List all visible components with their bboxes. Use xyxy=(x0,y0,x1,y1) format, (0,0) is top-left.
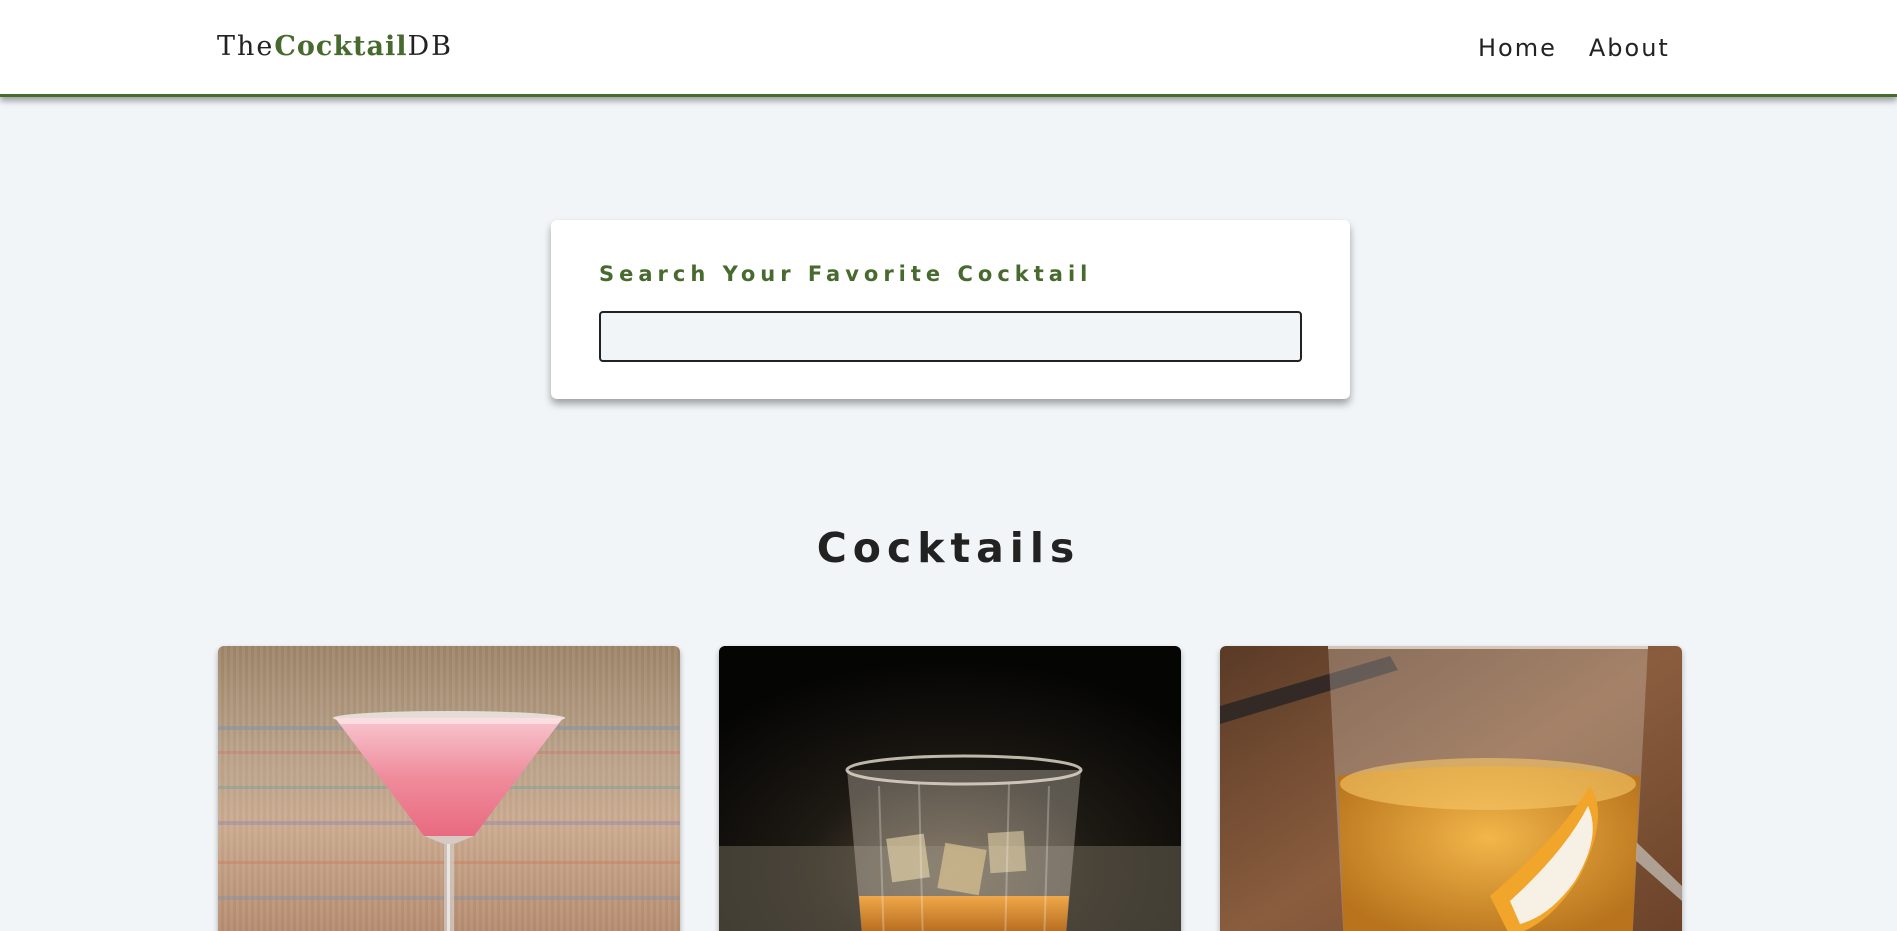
cocktail-image-whiskey-rocks[interactable] xyxy=(719,646,1181,931)
cocktail-card[interactable] xyxy=(1220,646,1682,931)
site-logo[interactable]: TheCocktailDB xyxy=(217,31,453,62)
cocktail-image-orange-peel[interactable] xyxy=(1220,646,1682,931)
search-input[interactable] xyxy=(599,311,1302,362)
cocktail-card[interactable] xyxy=(218,646,680,931)
cocktail-card[interactable] xyxy=(719,646,1181,931)
logo-accent: Cocktail xyxy=(274,31,408,62)
nav-link-about[interactable]: About xyxy=(1589,34,1670,62)
logo-suffix: DB xyxy=(407,31,454,62)
nav-link-home[interactable]: Home xyxy=(1478,34,1557,62)
cocktail-image-pink-martini[interactable] xyxy=(218,646,680,931)
search-label: Search Your Favorite Cocktail xyxy=(599,262,1093,286)
nav-links: Home About xyxy=(1478,34,1670,62)
section-title: Cocktails xyxy=(816,524,1081,572)
navbar: TheCocktailDB Home About xyxy=(0,0,1897,97)
logo-prefix: The xyxy=(217,31,275,62)
search-form: Search Your Favorite Cocktail xyxy=(551,220,1350,399)
